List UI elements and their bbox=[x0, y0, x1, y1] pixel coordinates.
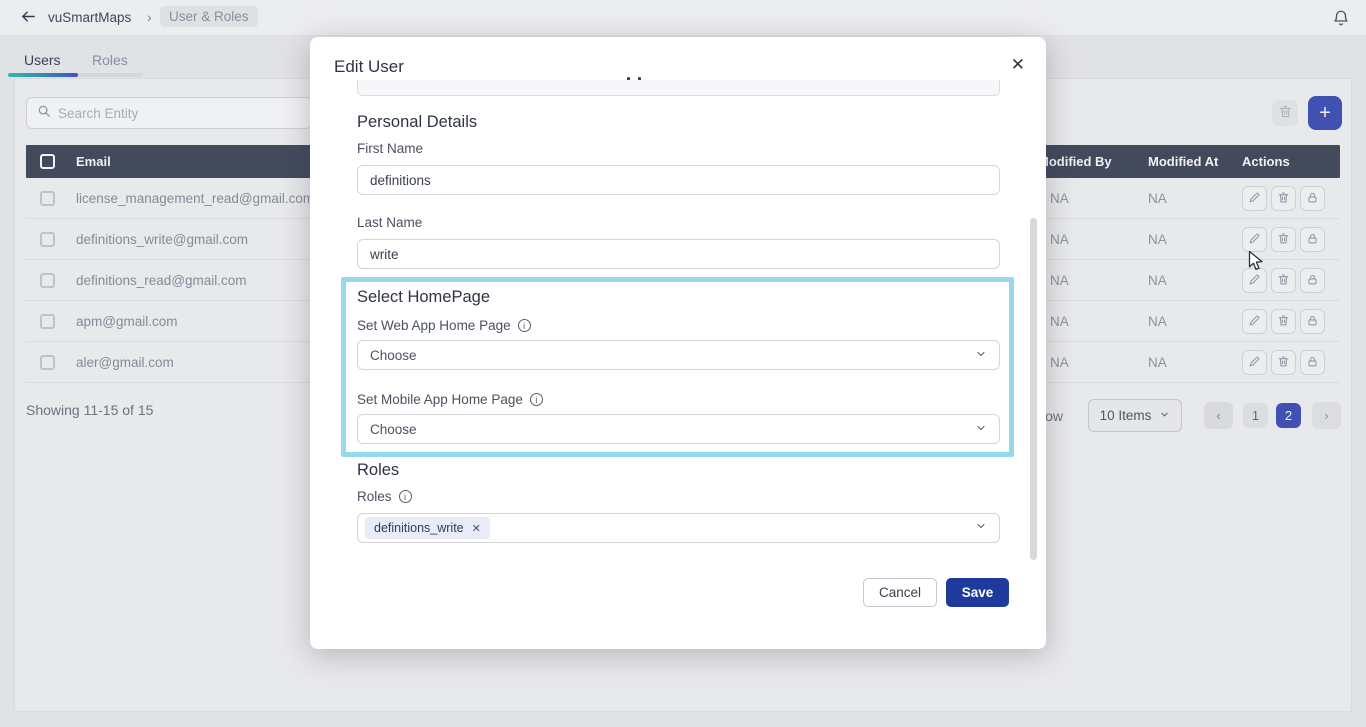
web-home-page-label-text: Set Web App Home Page bbox=[357, 318, 511, 333]
modal-scrollbar[interactable] bbox=[1030, 218, 1037, 560]
mobile-home-page-label-text: Set Mobile App Home Page bbox=[357, 392, 523, 407]
cancel-button[interactable]: Cancel bbox=[863, 578, 937, 607]
section-heading-select-homepage: Select HomePage bbox=[357, 288, 490, 307]
chevron-down-icon bbox=[975, 348, 987, 363]
web-home-page-label: Set Web App Home Page i bbox=[357, 318, 531, 333]
last-name-label: Last Name bbox=[357, 215, 422, 230]
roles-label-text: Roles bbox=[357, 489, 392, 504]
last-name-field[interactable] bbox=[357, 239, 1000, 269]
web-home-page-value: Choose bbox=[370, 348, 417, 363]
first-name-label: First Name bbox=[357, 141, 423, 156]
mobile-home-page-select[interactable]: Choose bbox=[357, 414, 1000, 444]
chevron-down-icon bbox=[975, 519, 987, 537]
homepage-highlight-box: Select HomePage Set Web App Home Page i … bbox=[341, 277, 1014, 457]
chevron-down-icon bbox=[975, 422, 987, 437]
section-heading-personal-details: Personal Details bbox=[357, 113, 477, 132]
first-name-field[interactable] bbox=[357, 165, 1000, 195]
role-chip-label: definitions_write bbox=[374, 521, 464, 535]
clipped-scrolled-field[interactable] bbox=[357, 80, 1000, 96]
info-icon[interactable]: i bbox=[518, 319, 531, 332]
info-icon[interactable]: i bbox=[399, 490, 412, 503]
edit-user-modal: Edit User ✕ Personal Details First Name … bbox=[310, 37, 1046, 649]
web-home-page-select[interactable]: Choose bbox=[357, 340, 1000, 370]
roles-multiselect[interactable]: definitions_write ✕ bbox=[357, 513, 1000, 543]
section-heading-roles: Roles bbox=[357, 461, 399, 480]
close-icon[interactable]: ✕ bbox=[1011, 55, 1025, 75]
info-icon[interactable]: i bbox=[530, 393, 543, 406]
mobile-home-page-label: Set Mobile App Home Page i bbox=[357, 392, 543, 407]
mobile-home-page-value: Choose bbox=[370, 422, 417, 437]
chip-remove-icon[interactable]: ✕ bbox=[472, 522, 481, 535]
screen: vuSmartMaps › User & Roles Users Roles +… bbox=[0, 0, 1366, 727]
role-chip: definitions_write ✕ bbox=[365, 517, 490, 539]
modal-title: Edit User bbox=[334, 57, 404, 77]
roles-label: Roles i bbox=[357, 489, 412, 504]
save-button[interactable]: Save bbox=[946, 578, 1009, 607]
